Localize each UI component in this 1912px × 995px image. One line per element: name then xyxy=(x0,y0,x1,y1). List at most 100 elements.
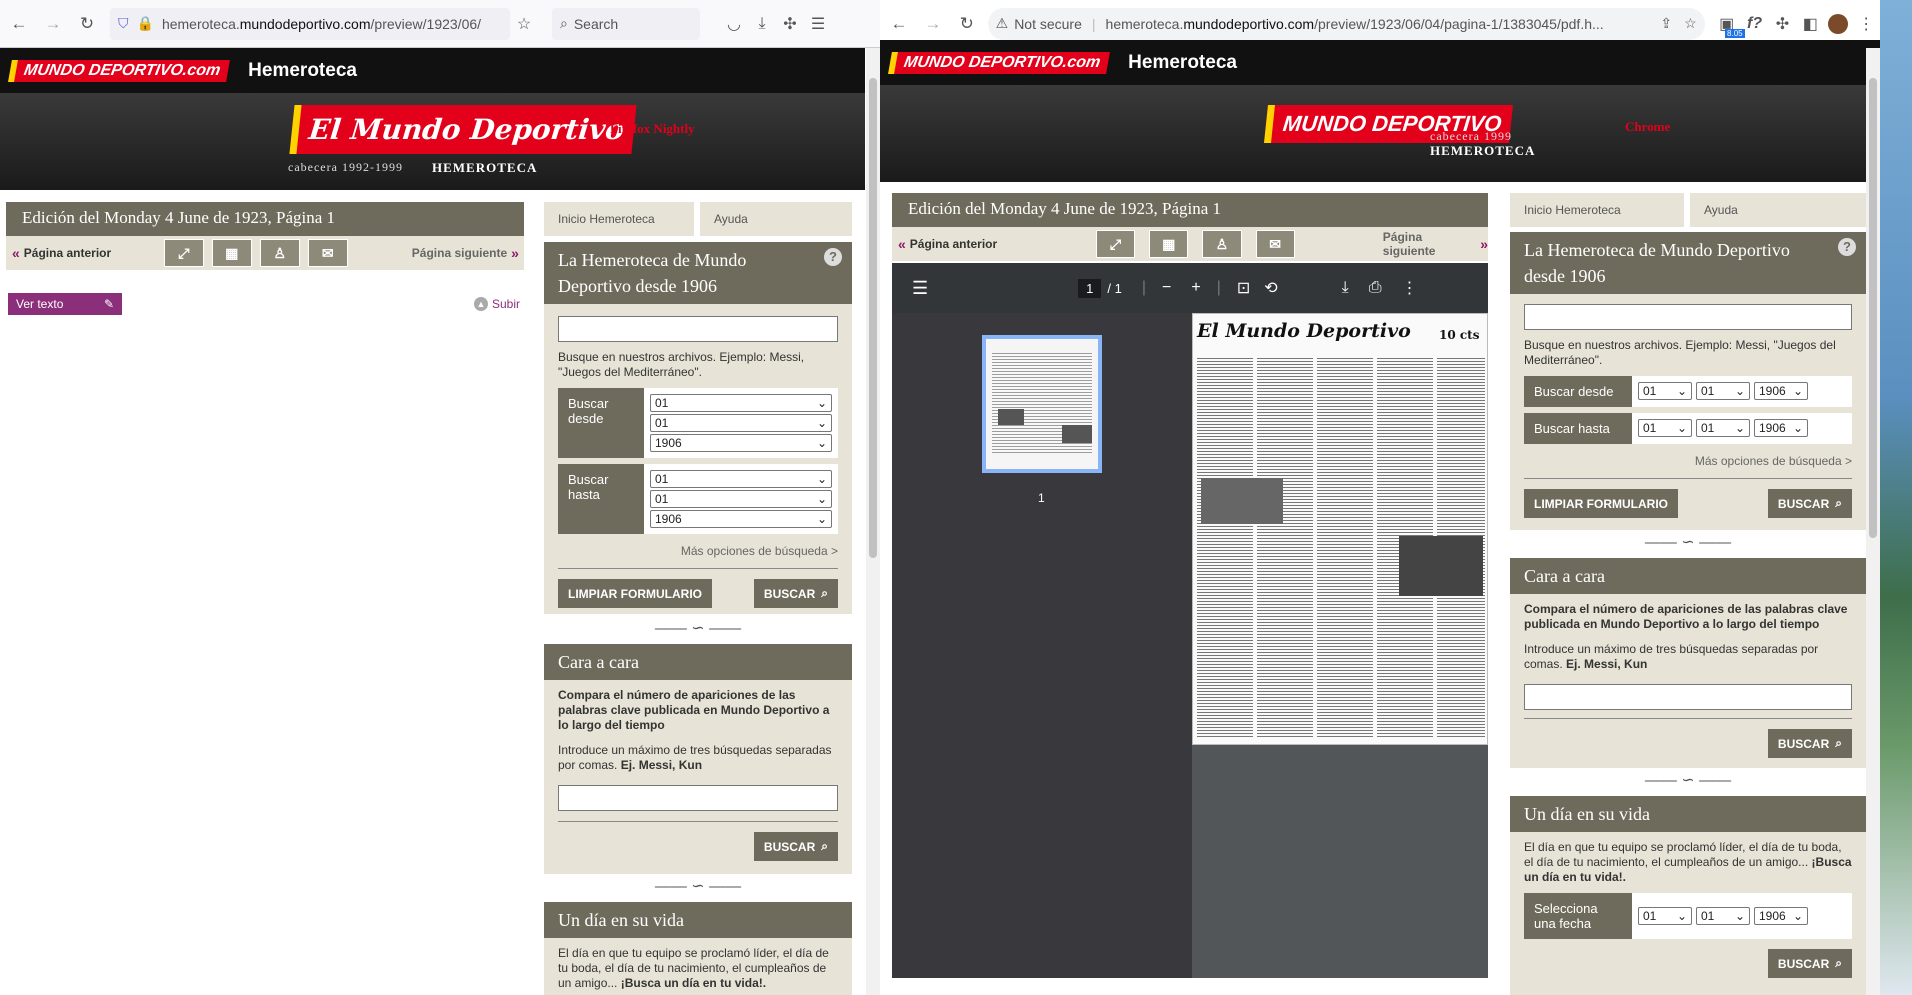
subir-link[interactable]: ▲ Subir xyxy=(474,297,520,311)
grid-icon[interactable]: ▦ xyxy=(211,239,252,267)
ver-texto-button[interactable]: Ver texto ✎ xyxy=(8,293,122,315)
reader-icon[interactable]: ♙ xyxy=(1202,230,1242,258)
site-title[interactable]: Hemeroteca xyxy=(1128,52,1237,74)
rotate-icon[interactable]: ⟲ xyxy=(1264,278,1277,298)
site-logo-small[interactable]: MUNDO DEPORTIVO.com xyxy=(8,59,231,82)
fullscreen-icon[interactable]: ⤢ xyxy=(1095,230,1136,258)
formula-icon[interactable]: f? xyxy=(1741,10,1769,38)
fullscreen-icon[interactable]: ⤢ xyxy=(163,239,204,267)
download-icon[interactable]: ⤓ xyxy=(1342,279,1349,297)
masthead-logo[interactable]: El Mundo Deportivo xyxy=(289,105,637,154)
desde-month-select[interactable]: 01 ⌄ xyxy=(1696,382,1750,400)
extensions-icon[interactable]: ✣ xyxy=(776,10,804,38)
next-page-link[interactable]: Página siguiente xyxy=(412,246,507,260)
next-arrow-icon[interactable]: » xyxy=(511,245,519,261)
download-icon[interactable]: ⤓ xyxy=(748,10,776,38)
limpiar-button[interactable]: LIMPIAR FORMULARIO xyxy=(558,579,712,608)
forward-icon[interactable]: → xyxy=(918,9,948,39)
site-title[interactable]: Hemeroteca xyxy=(248,60,357,82)
fecha-year-select[interactable]: 1906 ⌄ xyxy=(1754,907,1808,925)
grid-icon[interactable]: ▦ xyxy=(1149,230,1189,258)
kebab-menu-icon[interactable]: ⋮ xyxy=(1852,10,1880,38)
chrome-scrollbar[interactable] xyxy=(1866,48,1880,995)
warning-icon: ⚠ xyxy=(995,15,1009,31)
back-icon[interactable]: ← xyxy=(4,9,34,39)
scrollbar-thumb[interactable] xyxy=(1869,78,1877,538)
desde-year-select[interactable]: 1906 ⌄ xyxy=(650,434,832,452)
fit-page-icon[interactable]: ⊡ xyxy=(1237,278,1250,298)
search-panel-title: La Hemeroteca de Mundo Deportivo desde 1… xyxy=(544,242,852,304)
fecha-month-select[interactable]: 01 ⌄ xyxy=(1696,907,1750,925)
back-icon[interactable]: ← xyxy=(884,9,914,39)
search-box[interactable]: ⌕ Search xyxy=(552,7,700,40)
reload-icon[interactable]: ↻ xyxy=(72,9,102,39)
cara-buscar-button[interactable]: BUSCAR ⌕ xyxy=(1767,729,1852,758)
prev-page-link[interactable]: Página anterior xyxy=(910,237,1096,251)
star-icon[interactable]: ☆ xyxy=(1684,15,1697,32)
reload-icon[interactable]: ↻ xyxy=(952,9,982,39)
hasta-year-select[interactable]: 1906 ⌄ xyxy=(1754,419,1808,437)
sidebar-toggle-icon[interactable]: ☰ xyxy=(912,278,928,299)
limpiar-button[interactable]: LIMPIAR FORMULARIO xyxy=(1524,489,1678,518)
star-icon[interactable]: ☆ xyxy=(510,10,538,38)
site-logo-small[interactable]: MUNDO DEPORTIVO.com xyxy=(888,51,1111,74)
tab-inicio[interactable]: Inicio Hemeroteca xyxy=(1510,193,1684,227)
cara-input[interactable] xyxy=(558,785,838,811)
address-bar[interactable]: ⛉ 🔒 hemeroteca. mundodeportivo.com/previe… xyxy=(110,7,510,40)
lock-icon[interactable]: 🔒 xyxy=(137,15,154,32)
hasta-month-select[interactable]: 01 ⌄ xyxy=(650,490,832,508)
fecha-day-select[interactable]: 01 ⌄ xyxy=(1638,907,1692,925)
keyword-input[interactable] xyxy=(558,316,838,342)
prev-arrow-icon[interactable]: « xyxy=(898,236,906,252)
buscar-button[interactable]: BUSCAR ⌕ xyxy=(1767,489,1852,518)
tab-inicio[interactable]: Inicio Hemeroteca xyxy=(544,202,694,236)
sidepanel-icon[interactable]: ◧ xyxy=(1796,10,1824,38)
dia-buscar-button[interactable]: BUSCAR ⌕ xyxy=(1767,949,1852,978)
keyword-input[interactable] xyxy=(1524,304,1852,330)
avatar[interactable] xyxy=(1824,10,1852,38)
scrollbar-thumb[interactable] xyxy=(869,78,877,558)
prev-arrow-icon[interactable]: « xyxy=(12,245,20,261)
more-options-link[interactable]: Más opciones de búsqueda > xyxy=(1510,450,1866,478)
tab-ayuda[interactable]: Ayuda xyxy=(700,202,852,236)
prev-page-link[interactable]: Página anterior xyxy=(24,246,164,260)
help-icon[interactable]: ? xyxy=(824,248,842,266)
firefox-scrollbar[interactable] xyxy=(866,48,880,995)
reader-icon[interactable]: ♙ xyxy=(259,239,300,267)
desde-day-select[interactable]: 01 ⌄ xyxy=(1638,382,1692,400)
share-icon[interactable]: ⇪ xyxy=(1660,15,1672,32)
menu-icon[interactable]: ☰ xyxy=(804,10,832,38)
cara-buscar-button[interactable]: BUSCAR ⌕ xyxy=(753,832,838,861)
zoom-out-icon[interactable]: − xyxy=(1162,279,1171,297)
print-icon[interactable]: ⎙ xyxy=(1369,279,1382,297)
page-input[interactable]: 1 xyxy=(1078,278,1102,298)
pocket-icon[interactable]: ◡ xyxy=(720,10,748,38)
forward-icon[interactable]: → xyxy=(38,9,68,39)
cara-input[interactable] xyxy=(1524,684,1852,710)
hasta-month-select[interactable]: 01 ⌄ xyxy=(1696,419,1750,437)
mail-icon[interactable]: ✉ xyxy=(1255,230,1295,258)
address-bar[interactable]: ⚠ Not secure | hemeroteca. mundodeportivo… xyxy=(987,7,1705,40)
shield-icon[interactable]: ⛉ xyxy=(118,15,129,32)
next-arrow-icon[interactable]: » xyxy=(1480,236,1488,252)
hasta-day-select[interactable]: 01 ⌄ xyxy=(1638,419,1692,437)
page-thumbnail[interactable] xyxy=(982,335,1102,473)
not-secure-label[interactable]: Not secure xyxy=(1014,16,1082,32)
desde-day-select[interactable]: 01 ⌄ xyxy=(650,394,832,412)
puzzle-icon[interactable]: ✣ xyxy=(1768,10,1796,38)
tab-ayuda[interactable]: Ayuda xyxy=(1690,193,1866,227)
more-icon[interactable]: ⋮ xyxy=(1402,278,1418,298)
extension-badge-icon[interactable]: ▣ 8.05 xyxy=(1713,10,1745,38)
help-icon[interactable]: ? xyxy=(1838,238,1856,256)
hasta-day-select[interactable]: 01 ⌄ xyxy=(650,470,832,488)
desde-year-select[interactable]: 1906 ⌄ xyxy=(1754,382,1808,400)
dia-panel: Un día en su vida El día en que tu equip… xyxy=(1510,796,1866,995)
hasta-year-select[interactable]: 1906 ⌄ xyxy=(650,510,832,528)
desde-month-select[interactable]: 01 ⌄ xyxy=(650,414,832,432)
ornament-divider: —— ∽ —— xyxy=(1644,772,1732,789)
zoom-in-icon[interactable]: + xyxy=(1191,279,1200,297)
buscar-button[interactable]: BUSCAR ⌕ xyxy=(753,579,838,608)
more-options-link[interactable]: Más opciones de búsqueda > xyxy=(544,540,852,568)
next-page-link[interactable]: Página siguiente xyxy=(1383,230,1476,258)
mail-icon[interactable]: ✉ xyxy=(307,239,348,267)
